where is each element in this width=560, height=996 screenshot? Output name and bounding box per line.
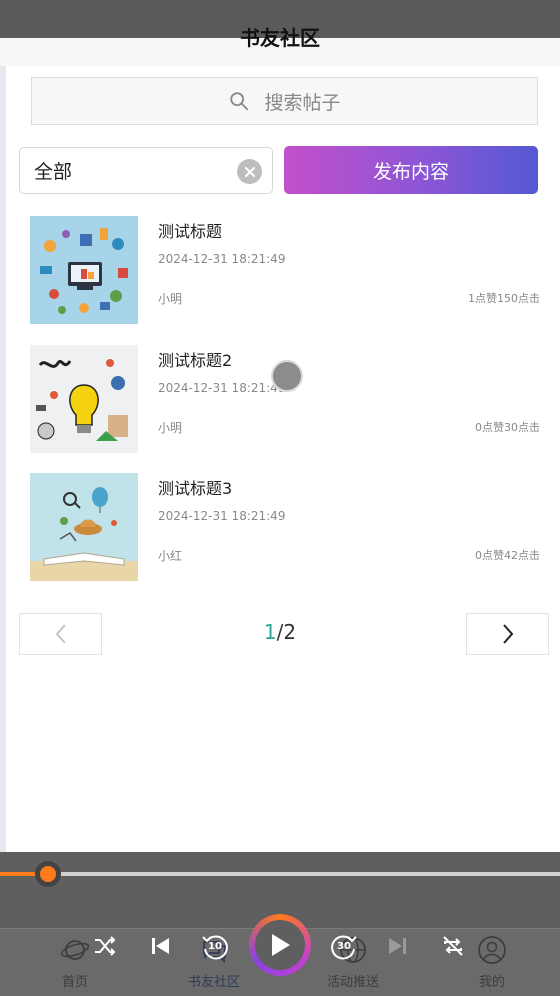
repeat-off-icon [443,936,463,956]
post-item[interactable]: 测试标题 2024-12-31 18:21:49 小明 1点赞150点击 [30,216,540,324]
post-title: 测试标题3 [158,479,233,498]
header: 书友社区 [0,0,560,66]
post-thumbnail [30,473,138,581]
tab-label: 首页 [61,975,88,990]
fast-forward-button[interactable]: 30 [328,931,360,963]
post-date: 2024-12-31 18:21:49 [158,252,286,266]
post-stats: 0点赞30点击 [475,421,540,434]
next-track-button[interactable] [386,934,410,958]
post-item[interactable]: 测试标题3 2024-12-31 18:21:49 小红 0点赞42点击 [30,473,540,581]
post-author: 小明 [158,421,183,435]
tab-label: 活动推送 [326,975,379,990]
publish-button[interactable]: 发布内容 [284,146,538,194]
play-icon [272,934,290,956]
repeat-button[interactable] [440,933,466,959]
play-button[interactable] [249,914,311,976]
shuffle-button[interactable] [92,934,118,958]
skip-next-icon [389,938,406,954]
post-title: 测试标题 [158,222,223,241]
total-pages: /2 [276,620,297,644]
post-author: 小明 [158,292,183,306]
left-edge-strip [0,0,6,996]
current-page: 1 [263,620,277,644]
page-title: 书友社区 [240,26,320,50]
previous-track-button[interactable] [148,934,172,958]
search-bar[interactable]: 搜索帖子 [31,77,538,125]
post-title: 测试标题2 [158,351,233,370]
tab-label: 我的 [478,975,505,990]
rewind-button[interactable]: 10 [199,931,231,963]
chevron-right-icon [502,624,513,644]
post-date: 2024-12-31 18:21:49 [158,509,286,523]
progress-slider[interactable] [0,861,560,887]
forward-seconds: 30 [337,941,351,952]
post-date: 2024-12-31 18:21:49 [158,381,286,395]
category-filter-select[interactable]: 全部 [19,147,273,194]
post-thumbnail [30,216,138,324]
planet-icon [60,940,90,960]
post-stats: 0点赞42点击 [475,549,540,562]
post-thumbnail [30,345,138,453]
post-stats: 1点赞150点击 [468,292,540,305]
user-icon [478,936,506,964]
tab-label: 书友社区 [187,975,240,990]
rewind-seconds: 10 [208,941,222,952]
play-button-inner [255,920,305,970]
progress-handle[interactable] [35,861,61,887]
shuffle-icon [95,936,116,956]
search-placeholder: 搜索帖子 [264,91,341,114]
clear-icon[interactable] [237,159,262,184]
touch-indicator [271,360,303,392]
search-icon [230,92,249,111]
skip-previous-icon [152,938,169,954]
next-page-button[interactable] [466,613,549,655]
post-author: 小红 [158,549,183,563]
